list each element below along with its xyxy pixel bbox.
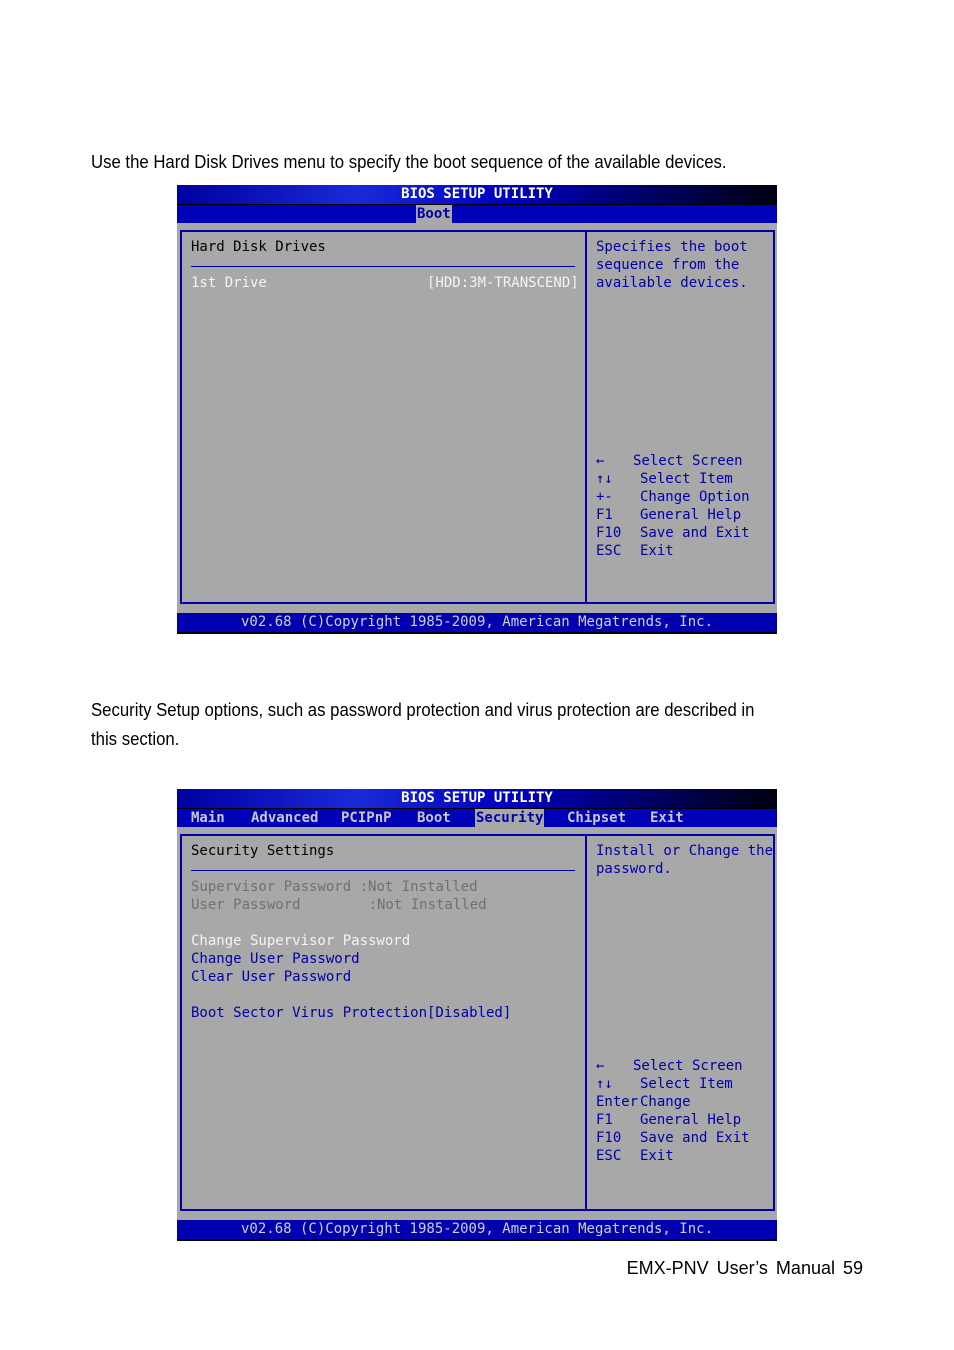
section-divider bbox=[191, 266, 575, 267]
info-supervisor-password: Supervisor Password :Not Installed bbox=[191, 879, 478, 895]
help-text-line: password. bbox=[596, 861, 672, 877]
intro-paragraph-security: Security Setup options, such as password… bbox=[91, 696, 754, 754]
settings-panel: Hard Disk Drives 1st Drive [HDD:3M-TRANS… bbox=[180, 230, 586, 604]
option-label: Boot Sector Virus Protection bbox=[191, 1005, 428, 1021]
change-supervisor-password-item[interactable]: Change Supervisor Password bbox=[191, 932, 410, 950]
tab-chipset[interactable]: Chipset bbox=[566, 809, 627, 827]
section-title: Hard Disk Drives bbox=[191, 239, 326, 255]
key-hint-save-exit: F10 Save and Exit bbox=[596, 1130, 750, 1146]
intro-line: Security Setup options, such as password… bbox=[91, 700, 755, 720]
key-hint-select-item: ↑↓ Select Item bbox=[596, 471, 733, 487]
help-text-line: sequence from the bbox=[596, 257, 740, 273]
help-text-line: available devices. bbox=[596, 275, 748, 291]
setting-label: 1st Drive bbox=[191, 275, 267, 291]
tab-advanced[interactable]: Advanced bbox=[250, 809, 319, 827]
setting-value[interactable]: [HDD:3M-TRANSCEND] bbox=[427, 274, 579, 292]
key-hint-select-screen: ← Select Screen bbox=[596, 453, 743, 469]
info-user-password: User Password:Not Installed bbox=[191, 897, 487, 913]
key-hint-save-exit: F10 Save and Exit bbox=[596, 525, 750, 541]
arrow-left-icon: ← bbox=[596, 453, 605, 469]
clear-user-password-item[interactable]: Clear User Password bbox=[191, 968, 351, 986]
tab-boot[interactable]: Boot bbox=[416, 809, 452, 827]
tab-exit[interactable]: Exit bbox=[649, 809, 685, 827]
bios-status-bar: v02.68 (C)Copyright 1985-2009, American … bbox=[177, 613, 777, 634]
page-footer: EMX-PNV User’s Manual 59 bbox=[626, 1258, 863, 1278]
bios-status-bar: v02.68 (C)Copyright 1985-2009, American … bbox=[177, 1220, 777, 1241]
bios-title-bar: BIOS SETUP UTILITY bbox=[177, 789, 777, 809]
bios-menu-bar: Main Advanced PCIPnP Boot Security Chips… bbox=[177, 809, 777, 827]
key-hint-exit: ESC Exit bbox=[596, 543, 674, 559]
intro-line: this section. bbox=[91, 729, 180, 749]
tab-boot[interactable]: Boot bbox=[416, 205, 452, 223]
bios-screen-security: BIOS SETUP UTILITY Main Advanced PCIPnP … bbox=[177, 789, 777, 1241]
key-hint-exit: ESC Exit bbox=[596, 1148, 674, 1164]
help-text-line: Install or Change the bbox=[596, 843, 774, 859]
settings-panel: Security Settings Supervisor Password :N… bbox=[180, 834, 586, 1211]
key-hint-general-help: F1 General Help bbox=[596, 507, 742, 523]
bios-menu-bar: Boot bbox=[177, 205, 777, 223]
bios-content: Security Settings Supervisor Password :N… bbox=[177, 827, 777, 1220]
bios-screen-hard-disk-drives: BIOS SETUP UTILITY Boot Hard Disk Drives… bbox=[177, 185, 777, 634]
key-hint-change: Enter Change bbox=[596, 1094, 691, 1110]
section-divider bbox=[191, 870, 575, 871]
key-hint-select-item: ↑↓ Select Item bbox=[596, 1076, 733, 1092]
arrow-up-down-icon: ↑↓ bbox=[596, 1076, 613, 1092]
tab-security[interactable]: Security bbox=[475, 809, 545, 827]
intro-paragraph-hdd: Use the Hard Disk Drives menu to specify… bbox=[91, 152, 727, 172]
tab-main[interactable]: Main bbox=[190, 809, 226, 827]
bios-title-bar: BIOS SETUP UTILITY bbox=[177, 185, 777, 205]
arrow-left-icon: ← bbox=[596, 1058, 605, 1074]
section-title: Security Settings bbox=[191, 843, 335, 859]
help-panel: Specifies the boot sequence from the ava… bbox=[585, 230, 775, 604]
key-hint-change-option: +- Change Option bbox=[596, 489, 750, 505]
key-hint-general-help: F1 General Help bbox=[596, 1112, 742, 1128]
arrow-up-down-icon: ↑↓ bbox=[596, 471, 613, 487]
option-value[interactable]: [Disabled] bbox=[427, 1004, 511, 1022]
change-user-password-item[interactable]: Change User Password bbox=[191, 950, 360, 968]
help-panel: Install or Change the password. ← Select … bbox=[585, 834, 775, 1211]
tab-pcipnp[interactable]: PCIPnP bbox=[340, 809, 393, 827]
help-text-line: Specifies the boot bbox=[596, 239, 748, 255]
bios-content: Hard Disk Drives 1st Drive [HDD:3M-TRANS… bbox=[177, 223, 777, 613]
key-hint-select-screen: ← Select Screen bbox=[596, 1058, 743, 1074]
